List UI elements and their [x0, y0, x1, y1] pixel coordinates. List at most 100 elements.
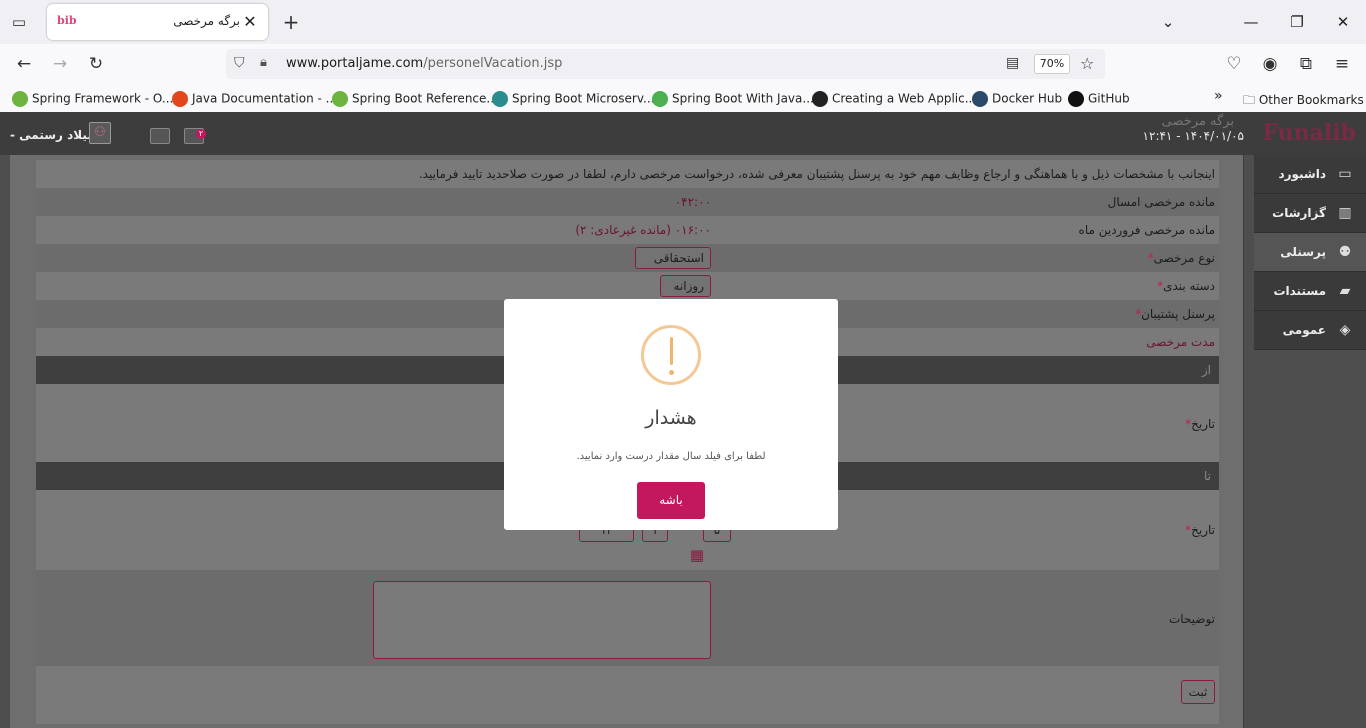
submit-button[interactable]: ثبت — [1181, 680, 1215, 704]
extensions-icon[interactable]: ⧉ — [1294, 52, 1318, 76]
zoom-level[interactable]: 70% — [1034, 54, 1070, 74]
users-icon: ⚉ — [1338, 244, 1352, 260]
bookmark-item[interactable]: Docker Hub — [972, 91, 1062, 107]
menu-icon[interactable]: ≡ — [1330, 52, 1354, 76]
remaining-month-label: مانده مرخصی فروردین ماه — [1078, 223, 1215, 237]
bookmark-favicon-icon — [12, 91, 28, 107]
bookmarks-bar: » 🗀︎ Other Bookmarks Spring Framework - … — [0, 84, 1366, 112]
new-tab-button[interactable]: + — [280, 11, 302, 33]
bookmark-item[interactable]: Java Documentation - ... — [172, 91, 337, 107]
backup-label: پرسنل پشتیبان* — [1135, 307, 1215, 321]
sidebar-item-general[interactable]: ◈ عمومی — [1254, 311, 1366, 350]
sidebar-menu: ▭ داشبورد ▥ گزارشات ⚉ پرسنلی ▰ مستندات ◈ عموم… — [1254, 155, 1366, 350]
forward-arrow-icon[interactable]: → — [48, 52, 72, 76]
calendar-icon[interactable]: ▦ — [690, 546, 704, 564]
navigation-toolbar: ← → ↻ ⛉ 🔒︎ www.portaljame.com/personelVa… — [0, 44, 1366, 84]
sidebar-item-documents[interactable]: ▰ مستندات — [1254, 272, 1366, 311]
other-bookmarks[interactable]: 🗀︎ Other Bookmarks — [1243, 91, 1364, 112]
site-favicon: bib — [57, 14, 77, 27]
back-arrow-icon[interactable]: ← — [12, 52, 36, 76]
chevron-down-icon[interactable]: ⌄ — [1156, 10, 1180, 34]
page-title: برگه مرخصی — [1161, 114, 1234, 129]
form-intro-row: اینجانب با مشخصات ذیل و با هماهنگی و ارج… — [36, 160, 1219, 188]
sidebar-item-dashboard[interactable]: ▭ داشبورد — [1254, 155, 1366, 194]
reader-view-icon[interactable]: ▤ — [1006, 55, 1019, 71]
user-icon[interactable]: ⚇ — [89, 122, 111, 144]
user-name[interactable]: میلاد رستمی - — [10, 128, 95, 142]
warning-dialog: هشدار لطفا برای فیلد سال مقدار درست وارد… — [504, 299, 838, 530]
duration-label: مدت مرخصی — [1146, 335, 1215, 349]
bookmark-favicon-icon — [172, 91, 188, 107]
bookmark-label: Creating a Web Applic... — [832, 91, 977, 106]
dialog-title: هشدار — [645, 407, 697, 429]
dialog-message: لطفا برای فیلد سال مقدار درست وارد نمایی… — [576, 451, 766, 462]
bookmark-favicon-icon — [972, 91, 988, 107]
bookmark-favicon-icon — [492, 91, 508, 107]
close-tab-icon[interactable]: ✕ — [240, 12, 260, 32]
close-window-button[interactable]: ✕ — [1331, 10, 1355, 34]
remaining-year-value: ۰۴۲:۰۰ — [674, 195, 711, 209]
restore-button[interactable]: ❐ — [1285, 10, 1309, 34]
brand-logo: Funalib — [1262, 120, 1356, 146]
from-label: از — [1201, 363, 1211, 377]
layers-icon[interactable] — [150, 128, 170, 144]
sidebar-item-personnel[interactable]: ⚉ پرسنلی — [1254, 233, 1366, 272]
shield-icon[interactable]: ⛉ — [234, 55, 245, 71]
tab-title: برگه مرخصی — [173, 14, 240, 28]
remaining-year-label: مانده مرخصی امسال — [1107, 195, 1215, 209]
type-label: نوع مرخصی* — [1147, 251, 1215, 265]
book-icon: ▰ — [1339, 283, 1351, 299]
bookmark-favicon-icon — [652, 91, 668, 107]
description-row: توضیحات — [36, 570, 1219, 666]
type-select[interactable]: استحقاقی ⌄ — [635, 247, 711, 285]
ok-button[interactable]: باشه — [637, 482, 705, 519]
bookmark-favicon-icon — [812, 91, 828, 107]
type-row: نوع مرخصی* استحقاقی ⌄ — [36, 244, 1219, 285]
bookmark-item[interactable]: Spring Boot Microserv... — [492, 91, 654, 107]
warning-icon — [641, 325, 701, 385]
category-label: دسته بندی* — [1157, 279, 1215, 293]
monitor-icon: ▭ — [1338, 166, 1352, 182]
bookmark-item[interactable]: Spring Framework - O... — [12, 91, 173, 107]
minimize-button[interactable]: — — [1239, 10, 1263, 34]
folder-icon: 🗀︎ — [1243, 93, 1259, 107]
browser-tab[interactable]: bib برگه مرخصی ✕ — [47, 4, 268, 40]
from-date-label: تاریخ* — [1185, 417, 1215, 431]
account-icon[interactable]: ◉ — [1258, 52, 1282, 76]
sidebar-item-reports[interactable]: ▥ گزارشات — [1254, 194, 1366, 233]
description-label: توضیحات — [1168, 612, 1215, 626]
bookmark-label: Spring Boot Reference... — [352, 91, 498, 106]
reload-icon[interactable]: ↻ — [84, 52, 108, 76]
bookmark-star-icon[interactable]: ☆ — [1080, 54, 1094, 73]
form-intro: اینجانب با مشخصات ذیل و با هماهنگی و ارج… — [418, 167, 1215, 181]
layers-icon: ◈ — [1339, 322, 1351, 338]
bookmark-favicon-icon — [332, 91, 348, 107]
bookmark-item[interactable]: Spring Boot Reference... — [332, 91, 498, 107]
category-row: دسته بندی* روزانه ⌄ — [36, 272, 1219, 313]
bookmark-label: Spring Framework - O... — [32, 91, 174, 106]
remaining-month-row: مانده مرخصی فروردین ماه ۰۱۶:۰۰ (مانده غی… — [36, 216, 1219, 244]
remaining-month-value: ۰۱۶:۰۰ (مانده غیرعادی: ۲) — [575, 223, 711, 237]
bookmark-label: Spring Boot Microserv... — [512, 91, 655, 106]
url-text[interactable]: www.portaljame.com/personelVacation.jsp — [286, 56, 562, 71]
bookmark-label: Java Documentation - ... — [192, 91, 338, 106]
bookmark-item[interactable]: GitHub — [1068, 91, 1130, 107]
lock-icon[interactable]: 🔒︎ — [260, 55, 267, 70]
category-select[interactable]: روزانه ⌄ — [660, 275, 711, 313]
address-bar[interactable]: ⛉ 🔒︎ www.portaljame.com/personelVacation… — [226, 49, 1105, 79]
bookmark-item[interactable]: Creating a Web Applic... — [812, 91, 976, 107]
tab-list-icon[interactable]: ▭ — [8, 11, 30, 33]
bookmark-label: Docker Hub — [992, 91, 1063, 106]
bookmark-favicon-icon — [1068, 91, 1084, 107]
app-header: برگه مرخصی Funalib ۱۴۰۴/۰۱/۰۵ - ۱۲:۴۱ می… — [0, 112, 1366, 155]
remaining-year-row: مانده مرخصی امسال ۰۴۲:۰۰ — [36, 188, 1219, 216]
bookmark-label: GitHub — [1088, 91, 1130, 106]
description-textarea[interactable] — [373, 581, 711, 659]
pocket-icon[interactable]: ♡ — [1222, 52, 1246, 76]
bookmark-item[interactable]: Spring Boot With Java... — [652, 91, 814, 107]
date-time: ۱۴۰۴/۰۱/۰۵ - ۱۲:۴۱ — [1142, 129, 1244, 143]
notification-badge: ۲ — [196, 129, 206, 139]
report-icon: ▥ — [1338, 205, 1352, 221]
bookmark-label: Spring Boot With Java... — [672, 91, 814, 106]
more-bookmarks-icon[interactable]: » — [1214, 88, 1223, 104]
